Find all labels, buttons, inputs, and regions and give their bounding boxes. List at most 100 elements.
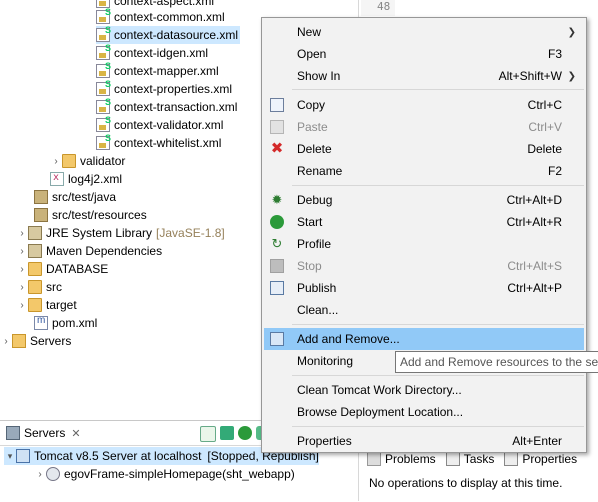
tab-properties[interactable]: Properties [504,452,577,466]
tree-item[interactable]: context-whitelist.xml [96,133,222,152]
tab-label: Problems [385,452,436,466]
menu-shortcut: Ctrl+Alt+R [506,215,562,229]
menu-shortcut: Ctrl+Alt+S [507,259,562,273]
menu-item-clean-tomcat-work-directory[interactable]: Clean Tomcat Work Directory... [264,379,584,401]
menu-item-add-and-remove[interactable]: Add and Remove... [264,328,584,350]
tree-item[interactable]: context-transaction.xml [96,97,238,116]
debug-icon[interactable] [220,426,234,440]
menu-item-start[interactable]: Start Ctrl+Alt+R [264,211,584,233]
library-icon [28,226,42,240]
tree-item-label: pom.xml [52,316,98,330]
tree-item-label: context-transaction.xml [114,100,238,114]
collapse-icon[interactable] [200,426,216,442]
tree-item[interactable]: log4j2.xml [50,170,122,188]
chevron-down-icon[interactable]: ▾ [4,451,16,462]
menu-separator [292,324,584,325]
menu-shortcut: Ctrl+V [528,120,562,134]
menu-separator [292,185,584,186]
menu-shortcut: F2 [547,164,562,178]
chevron-right-icon[interactable]: › [16,282,28,293]
server-view-icon [6,426,20,440]
tree-item[interactable]: context-idgen.xml [96,43,209,62]
menu-item-debug[interactable]: ✹ Debug Ctrl+Alt+D [264,189,584,211]
menu-item-clean[interactable]: Clean... [264,299,584,321]
tree-item[interactable]: › target [16,296,77,314]
servers-tab[interactable]: Servers ✕ [0,421,87,445]
tooltip-text: Add and Remove resources to the se [400,355,598,369]
spring-xml-icon [96,25,111,42]
menu-item-new[interactable]: New ❯ [264,21,584,43]
tree-item-label: Maven Dependencies [46,244,163,258]
tree-item[interactable]: › src [16,278,62,296]
menu-shortcut: Ctrl+C [527,98,562,112]
tree-item-label: context-common.xml [114,10,225,24]
menu-item-stop[interactable]: Stop Ctrl+Alt+S [264,255,584,277]
tree-item-selected[interactable]: context-datasource.xml [96,25,241,44]
chevron-right-icon[interactable]: › [34,469,46,480]
tree-item[interactable]: context-mapper.xml [96,61,219,80]
module-label: egovFrame-simpleHomepage(sht_webapp) [64,467,295,481]
tree-item-label: context-properties.xml [114,82,233,96]
tab-problems[interactable]: Problems [367,452,436,466]
tree-item[interactable]: › JRE System Library [JavaSE-1.8] [16,224,225,242]
tree-item-label: context-idgen.xml [114,46,209,60]
menu-label: Clean... [297,303,339,317]
tree-item[interactable]: pom.xml [34,314,97,332]
status-text: No operations to display at this time. [369,476,563,490]
menu-item-rename[interactable]: Rename F2 [264,160,584,182]
tab-tasks[interactable]: Tasks [445,452,494,466]
menu-item-properties[interactable]: Properties Alt+Enter [264,430,584,452]
menu-label: Debug [297,193,333,207]
tomcat-server-icon [16,449,30,463]
servers-tab-label: Servers [24,426,66,440]
menu-item-publish[interactable]: Publish Ctrl+Alt+P [264,277,584,299]
tree-item[interactable]: context-properties.xml [96,79,233,98]
tree-item-label: src/test/java [52,190,117,204]
module-row[interactable]: › egovFrame-simpleHomepage(sht_webapp) [34,465,295,483]
menu-label: Open [297,47,327,61]
tree-item[interactable]: context-validator.xml [96,115,223,134]
menu-label: Start [297,215,323,229]
tree-item[interactable]: › validator [50,152,125,170]
menu-item-browse-deployment-location[interactable]: Browse Deployment Location... [264,401,584,423]
chevron-right-icon[interactable]: › [50,156,62,167]
menu-shortcut: Ctrl+Alt+D [506,193,562,207]
jre-version-decoration: [JavaSE-1.8] [156,226,225,240]
tree-item[interactable]: › Maven Dependencies [16,242,162,260]
menu-separator [292,426,584,427]
menu-item-paste[interactable]: Paste Ctrl+V [264,116,584,138]
tree-item[interactable]: src/test/resources [34,206,147,224]
tree-item[interactable]: › Servers [0,332,71,350]
menu-item-profile[interactable]: ↻ Profile [264,233,584,255]
paste-icon [270,120,284,134]
chevron-right-icon[interactable]: › [16,246,28,257]
tab-label: Properties [522,452,578,466]
menu-label: Properties [297,434,352,448]
start-icon [270,215,284,229]
menu-label: Rename [297,164,343,178]
chevron-right-icon[interactable]: › [16,300,28,311]
menu-item-show-in[interactable]: Show In Alt+Shift+W ❯ [264,65,584,87]
chevron-right-icon[interactable]: › [0,336,12,347]
tree-item[interactable]: src/test/java [34,188,116,206]
close-icon[interactable]: ✕ [71,427,80,440]
web-module-icon [46,467,60,481]
start-icon[interactable] [238,426,252,440]
folder-icon [28,262,42,276]
tree-item[interactable]: › DATABASE [16,260,108,278]
tree-item-label: context-whitelist.xml [114,136,222,150]
chevron-right-icon[interactable]: › [16,264,28,275]
menu-label: Profile [297,237,332,251]
spring-xml-icon [96,115,111,132]
menu-label: Copy [297,98,326,112]
menu-item-delete[interactable]: ✖ Delete Delete [264,138,584,160]
spring-xml-icon [96,133,111,150]
tree-item-label: log4j2.xml [68,172,123,186]
chevron-right-icon[interactable]: › [16,228,28,239]
menu-label: Clean Tomcat Work Directory... [297,383,462,397]
folder-icon [28,280,42,294]
menu-item-copy[interactable]: Copy Ctrl+C [264,94,584,116]
menu-item-open[interactable]: Open F3 [264,43,584,65]
problems-icon [367,452,381,466]
tree-item[interactable]: context-common.xml [96,7,225,26]
